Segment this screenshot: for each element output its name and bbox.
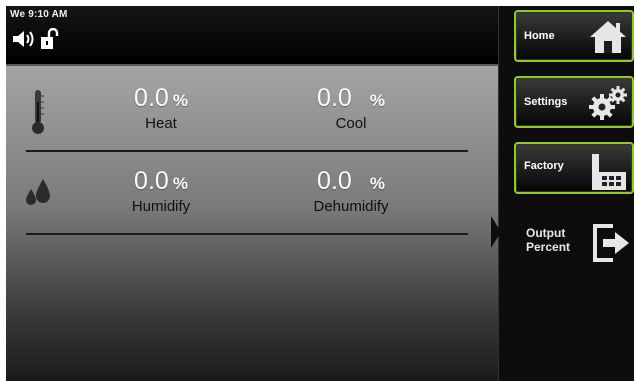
speaker-icon[interactable]: [12, 30, 36, 53]
status-bar: We 9:10 AM: [6, 6, 498, 66]
percent-label: Percent: [526, 240, 571, 254]
settings-button-label: Settings: [524, 96, 568, 108]
row-divider: [26, 150, 468, 152]
heat-value: 0.0: [134, 84, 169, 112]
row-divider: [26, 233, 468, 235]
cool-value: 0.0: [317, 84, 352, 112]
water-drops-icon: [24, 175, 54, 212]
dehumidify-output: 0.0% Dehumidify: [286, 167, 416, 215]
humidify-output: 0.0% Humidify: [101, 167, 221, 215]
side-menu: Home Settings Factory Output Percent: [491, 6, 634, 381]
dehumidify-unit: %: [369, 174, 385, 193]
output-percent-menu-item[interactable]: Output Percent: [491, 202, 634, 282]
thermometer-icon: [30, 88, 46, 141]
thermostat-screen: We 9:10 AM 0.0 % Heat 0.0 % Cool 0.0 % H…: [6, 6, 634, 381]
temperature-row: 0.0% Heat 0.0% Cool: [6, 76, 498, 160]
cool-output: 0.0% Cool: [286, 84, 416, 132]
dehumidify-value: 0.0: [317, 167, 352, 195]
output-label: Output: [526, 226, 566, 240]
humidify-unit: %: [172, 174, 188, 193]
heat-output: 0.0% Heat: [106, 84, 216, 132]
clock: We 9:10 AM: [10, 9, 68, 20]
cool-label: Cool: [335, 115, 367, 132]
humidify-label: Humidify: [131, 198, 191, 215]
heat-label: Heat: [145, 115, 177, 132]
dehumidify-label: Dehumidify: [313, 198, 389, 215]
home-button[interactable]: Home: [514, 10, 634, 62]
cool-unit: %: [369, 91, 385, 110]
gears-icon: [586, 83, 628, 126]
factory-button[interactable]: Factory: [514, 142, 634, 194]
house-icon: [588, 17, 628, 60]
output-percent-panel: 0.0% Heat 0.0% Cool 0.0% Humidify 0.0 % …: [6, 66, 498, 381]
humidify-value: 0.0: [134, 167, 169, 195]
home-button-label: Home: [524, 30, 555, 42]
settings-button[interactable]: Settings: [514, 76, 634, 128]
active-pointer: [491, 216, 501, 248]
unlocked-icon[interactable]: [40, 27, 60, 55]
factory-button-label: Factory: [524, 160, 564, 172]
exit-arrow-icon: [591, 222, 631, 269]
humidity-row: 0.0% Humidify 0.0% Dehumidify: [6, 159, 498, 243]
factory-icon: [588, 152, 628, 195]
heat-unit: %: [172, 91, 188, 110]
